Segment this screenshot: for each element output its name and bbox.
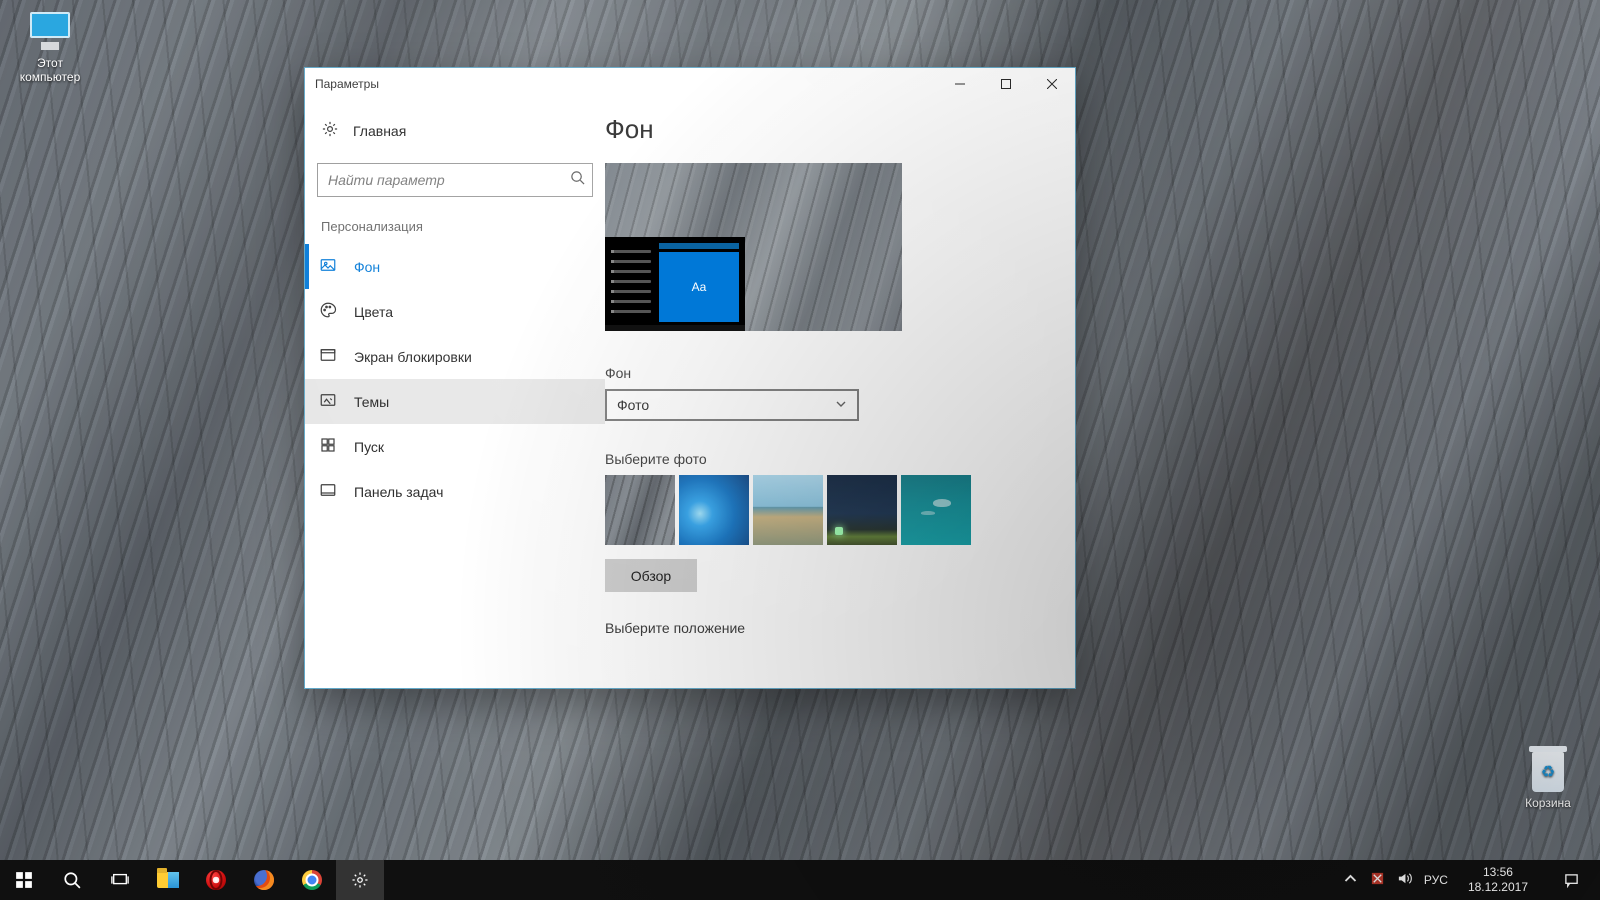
lockscreen-icon <box>319 346 337 367</box>
chevron-down-icon <box>835 397 847 413</box>
sidebar-item-label: Экран блокировки <box>354 349 472 365</box>
page-title: Фон <box>605 114 1049 145</box>
chrome-icon <box>302 870 322 890</box>
start-icon <box>319 436 337 457</box>
desktop-icon-recycle-bin[interactable]: Корзина <box>1508 752 1588 810</box>
tray-overflow-button[interactable] <box>1343 871 1358 889</box>
sidebar-item-label: Фон <box>354 259 380 275</box>
browse-button[interactable]: Обзор <box>605 559 697 592</box>
window-title: Параметры <box>305 77 379 91</box>
tray-clock[interactable]: 13:56 18.12.2017 <box>1460 865 1536 895</box>
search-input[interactable] <box>317 163 593 197</box>
taskbar-search-button[interactable] <box>48 860 96 900</box>
sidebar-item-lockscreen[interactable]: Экран блокировки <box>305 334 605 379</box>
photo-thumb-3[interactable] <box>753 475 823 545</box>
sidebar-category: Персонализация <box>305 219 605 244</box>
photo-thumb-5[interactable] <box>901 475 971 545</box>
sidebar-item-label: Пуск <box>354 439 384 455</box>
tray-time: 13:56 <box>1468 865 1528 880</box>
photo-thumb-4[interactable] <box>827 475 897 545</box>
taskbar-app-chrome[interactable] <box>288 860 336 900</box>
tray-security-icon[interactable] <box>1370 871 1385 889</box>
preview-aa: Aa <box>659 252 739 322</box>
palette-icon <box>319 301 337 322</box>
sidebar-item-background[interactable]: Фон <box>305 244 605 289</box>
folder-icon <box>157 872 179 888</box>
system-tray: РУС 13:56 18.12.2017 <box>1333 860 1600 900</box>
desktop-icon-this-pc[interactable]: Этот компьютер <box>10 12 90 84</box>
tray-date: 18.12.2017 <box>1468 880 1528 895</box>
background-type-dropdown[interactable]: Фото <box>605 389 859 421</box>
fit-label: Выберите положение <box>605 620 1049 636</box>
window-close-button[interactable] <box>1029 68 1075 100</box>
task-view-button[interactable] <box>96 860 144 900</box>
start-button[interactable] <box>0 860 48 900</box>
tray-volume-icon[interactable] <box>1397 871 1412 889</box>
choose-photo-label: Выберите фото <box>605 451 1049 467</box>
firefox-icon <box>254 870 274 890</box>
sidebar-item-colors[interactable]: Цвета <box>305 289 605 334</box>
home-button[interactable]: Главная <box>305 114 605 147</box>
sidebar-item-label: Цвета <box>354 304 393 320</box>
settings-main: Фон Aa Фон Фото <box>605 100 1075 688</box>
themes-icon <box>319 391 337 412</box>
photo-thumb-1[interactable] <box>605 475 675 545</box>
taskbar-app-explorer[interactable] <box>144 860 192 900</box>
tray-language[interactable]: РУС <box>1424 873 1448 887</box>
desktop[interactable]: Этот компьютер Корзина Параметры <box>0 0 1600 900</box>
background-preview: Aa <box>605 163 902 331</box>
settings-search[interactable] <box>317 163 593 197</box>
taskbar-app-settings[interactable] <box>336 860 384 900</box>
sidebar-item-themes[interactable]: Темы <box>305 379 605 424</box>
sidebar-item-label: Панель задач <box>354 484 443 500</box>
preview-start-menu: Aa <box>605 237 745 331</box>
home-label: Главная <box>353 123 406 139</box>
action-center-button[interactable] <box>1548 873 1594 888</box>
opera-icon <box>206 870 226 890</box>
sidebar-item-start[interactable]: Пуск <box>305 424 605 469</box>
search-icon <box>570 170 585 190</box>
window-maximize-button[interactable] <box>983 68 1029 100</box>
window-titlebar[interactable]: Параметры <box>305 68 1075 100</box>
sidebar-item-taskbar[interactable]: Панель задач <box>305 469 605 514</box>
window-minimize-button[interactable] <box>937 68 983 100</box>
taskbar-icon <box>319 481 337 502</box>
sidebar-item-label: Темы <box>354 394 389 410</box>
gear-icon <box>321 120 339 141</box>
photo-thumbnails <box>605 475 1049 545</box>
taskbar: РУС 13:56 18.12.2017 <box>0 860 1600 900</box>
taskbar-app-firefox[interactable] <box>240 860 288 900</box>
desktop-icon-label: Корзина <box>1508 796 1588 810</box>
settings-sidebar: Главная Персонализация Фон <box>305 100 605 688</box>
background-label: Фон <box>605 365 1049 381</box>
picture-icon <box>319 256 337 277</box>
desktop-icon-label: Этот компьютер <box>10 56 90 84</box>
photo-thumb-2[interactable] <box>679 475 749 545</box>
taskbar-app-opera[interactable] <box>192 860 240 900</box>
settings-window: Параметры Главная <box>304 67 1076 689</box>
dropdown-value: Фото <box>617 397 649 413</box>
